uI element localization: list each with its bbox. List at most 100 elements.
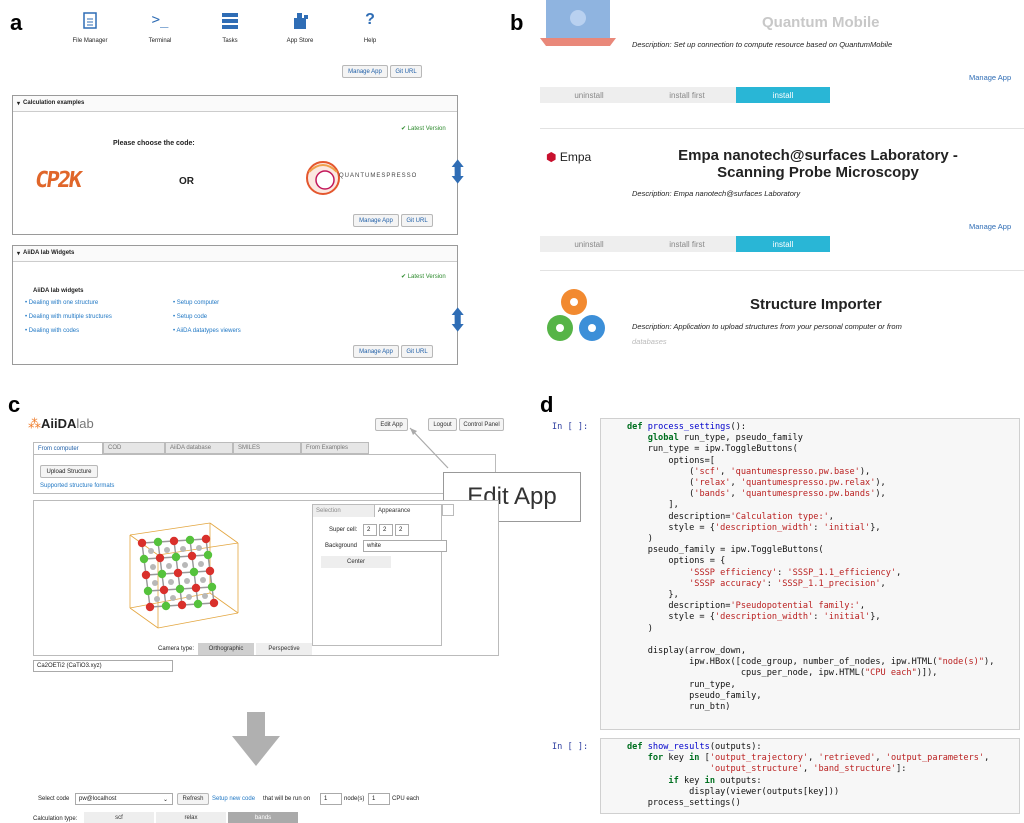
app-title: Empa nanotech@surfaces Laboratory - Scan… — [668, 147, 968, 181]
supercell-b-stepper[interactable]: 2 — [379, 524, 393, 536]
arrow-down-icon[interactable]: 🡇 — [451, 171, 464, 184]
logo-text-lab: lab — [76, 416, 94, 431]
aiidalab-widgets-panel: ▾ AiiDA lab Widgets ✔ Latest Version Aii… — [12, 245, 464, 365]
link-codes[interactable]: Dealing with codes — [25, 328, 79, 334]
reorder-arrows[interactable]: 🡅 🡇 — [451, 159, 464, 184]
perspective-toggle[interactable]: Perspective — [256, 643, 312, 655]
uninstall-button[interactable]: uninstall — [540, 87, 638, 103]
reorder-arrows[interactable]: 🡅 🡇 — [451, 307, 464, 332]
lattice-atom — [200, 577, 206, 583]
tab-from-computer[interactable]: From computer — [33, 442, 103, 454]
code-cell-process-settings[interactable]: def process_settings(): global run_type,… — [600, 418, 1020, 730]
crystal-structure-image[interactable] — [120, 513, 250, 633]
qe-wordmark: QUANTUMESPRESSO — [339, 173, 418, 179]
manage-app-button[interactable]: Manage App — [342, 65, 388, 78]
lattice-atom — [168, 579, 174, 585]
git-url-button[interactable]: Git URL — [401, 214, 433, 227]
cp2k-logo[interactable]: CP2K — [33, 168, 81, 193]
link-multiple-structures[interactable]: Dealing with multiple structures — [25, 314, 112, 320]
lattice-atom — [185, 535, 195, 545]
structure-name-field[interactable]: Ca2OETi2 (CaTiO3.xyz) — [33, 660, 173, 672]
callout-pointer — [409, 427, 449, 469]
or-label: OR — [179, 176, 194, 187]
toolbar-tasks[interactable]: Tasks — [200, 10, 260, 50]
arrow-down-icon[interactable]: 🡇 — [451, 319, 464, 332]
refresh-button[interactable]: Refresh — [177, 793, 209, 805]
manage-app-button[interactable]: Manage App — [353, 214, 399, 227]
lattice-atom — [171, 552, 181, 562]
install-first-button[interactable]: install first — [638, 87, 736, 103]
latest-version-badge: ✔ Latest Version — [401, 126, 446, 132]
manage-app-link[interactable]: Manage App — [969, 73, 1011, 82]
lattice-atom — [150, 564, 156, 570]
calc-type-scf[interactable]: scf — [84, 812, 154, 823]
supercell-c-stepper[interactable]: 2 — [395, 524, 409, 536]
upload-structure-button[interactable]: Upload Structure — [40, 465, 98, 478]
toolbar-terminal[interactable]: >_ Terminal — [130, 10, 190, 50]
install-first-button[interactable]: install first — [638, 236, 736, 252]
lattice-atom — [184, 578, 190, 584]
center-button[interactable]: Center — [321, 556, 391, 568]
cpus-stepper[interactable]: 1 — [368, 793, 390, 805]
chevron-down-icon: ⌄ — [162, 796, 168, 803]
manage-app-link[interactable]: Manage App — [969, 222, 1011, 231]
install-button[interactable]: install — [736, 236, 830, 252]
terminal-icon: >_ — [151, 12, 169, 28]
lattice-atom — [169, 536, 179, 546]
app-description: Description: Application to upload struc… — [632, 322, 902, 331]
link-setup-computer[interactable]: Setup computer — [173, 300, 219, 306]
calc-type-bands[interactable]: bands — [228, 812, 298, 823]
supercell-a-stepper[interactable]: 2 — [363, 524, 377, 536]
calc-type-relax[interactable]: relax — [156, 812, 226, 823]
edit-app-button[interactable]: Edit App — [375, 418, 408, 431]
cell-prompt: In [ ]: — [552, 742, 589, 752]
tab-aiida-database[interactable]: AiiDA database — [165, 442, 233, 454]
toolbar-app-store[interactable]: App Store — [270, 10, 330, 50]
lattice-atom — [173, 568, 183, 578]
tab-smiles[interactable]: SMILES — [233, 442, 301, 454]
supported-formats-link[interactable]: Supported structure formats — [40, 483, 114, 489]
cpus-label: CPU each — [392, 796, 420, 802]
quantum-mobile-app: Quantum Mobile Description: Set up conne… — [538, 0, 1024, 110]
link-setup-code[interactable]: Setup code — [173, 314, 207, 320]
app-title: Quantum Mobile — [762, 14, 880, 31]
uninstall-button[interactable]: uninstall — [540, 236, 638, 252]
tab-from-examples[interactable]: From Examples — [301, 442, 369, 454]
quantum-espresso-logo[interactable]: QUANTUMESPRESSO — [303, 158, 443, 198]
run-on-label: that will be run on — [263, 796, 311, 802]
link-datatypes-viewers[interactable]: AiiDA datatypes viewers — [173, 328, 240, 334]
link-one-structure[interactable]: Dealing with one structure — [25, 300, 98, 306]
toolbar-help[interactable]: ? Help — [340, 10, 400, 50]
toolbar-file-manager[interactable]: File Manager — [60, 10, 120, 50]
calculation-examples-panel: ▾ Calculation examples ✔ Latest Version … — [12, 95, 464, 235]
background-input[interactable]: white — [363, 540, 447, 552]
nodes-label: node(s) — [344, 796, 365, 802]
lattice-atom — [164, 547, 170, 553]
latest-version-label: Latest Version — [407, 126, 446, 132]
tab-cod[interactable]: COD — [103, 442, 165, 454]
setup-new-code-link[interactable]: Setup new code — [212, 796, 255, 802]
panel-header[interactable]: ▾ AiiDA lab Widgets — [13, 246, 457, 262]
lattice-atom — [203, 550, 213, 560]
big-down-arrow-icon — [232, 712, 280, 766]
select-code-value: pw@localhost — [79, 796, 117, 802]
git-url-button[interactable]: Git URL — [390, 65, 422, 78]
tab-appearance[interactable]: Appearance — [375, 505, 443, 517]
lattice-atom — [180, 546, 186, 552]
manage-app-button[interactable]: Manage App — [353, 345, 399, 358]
install-button[interactable]: install — [736, 87, 830, 103]
code-cell-show-results[interactable]: def show_results(outputs): for key in ['… — [600, 738, 1020, 814]
caret-down-icon: ▾ — [17, 101, 21, 107]
git-url-button[interactable]: Git URL — [401, 345, 433, 358]
control-panel-button[interactable]: Control Panel — [459, 418, 504, 431]
tab-selection[interactable]: Selection — [313, 505, 375, 517]
aiidalab-logo[interactable]: ⁂AiiDAlab — [28, 416, 94, 432]
select-code-dropdown[interactable]: pw@localhost ⌄ — [75, 793, 173, 805]
orthographic-toggle[interactable]: Orthographic — [198, 643, 254, 655]
lattice-atom — [139, 554, 149, 564]
panel-header[interactable]: ▾ Calculation examples — [13, 96, 457, 112]
lattice-atom — [148, 548, 154, 554]
app-store-icon — [294, 13, 308, 29]
nodes-stepper[interactable]: 1 — [320, 793, 342, 805]
widgets-heading: AiiDA lab widgets — [33, 288, 84, 294]
